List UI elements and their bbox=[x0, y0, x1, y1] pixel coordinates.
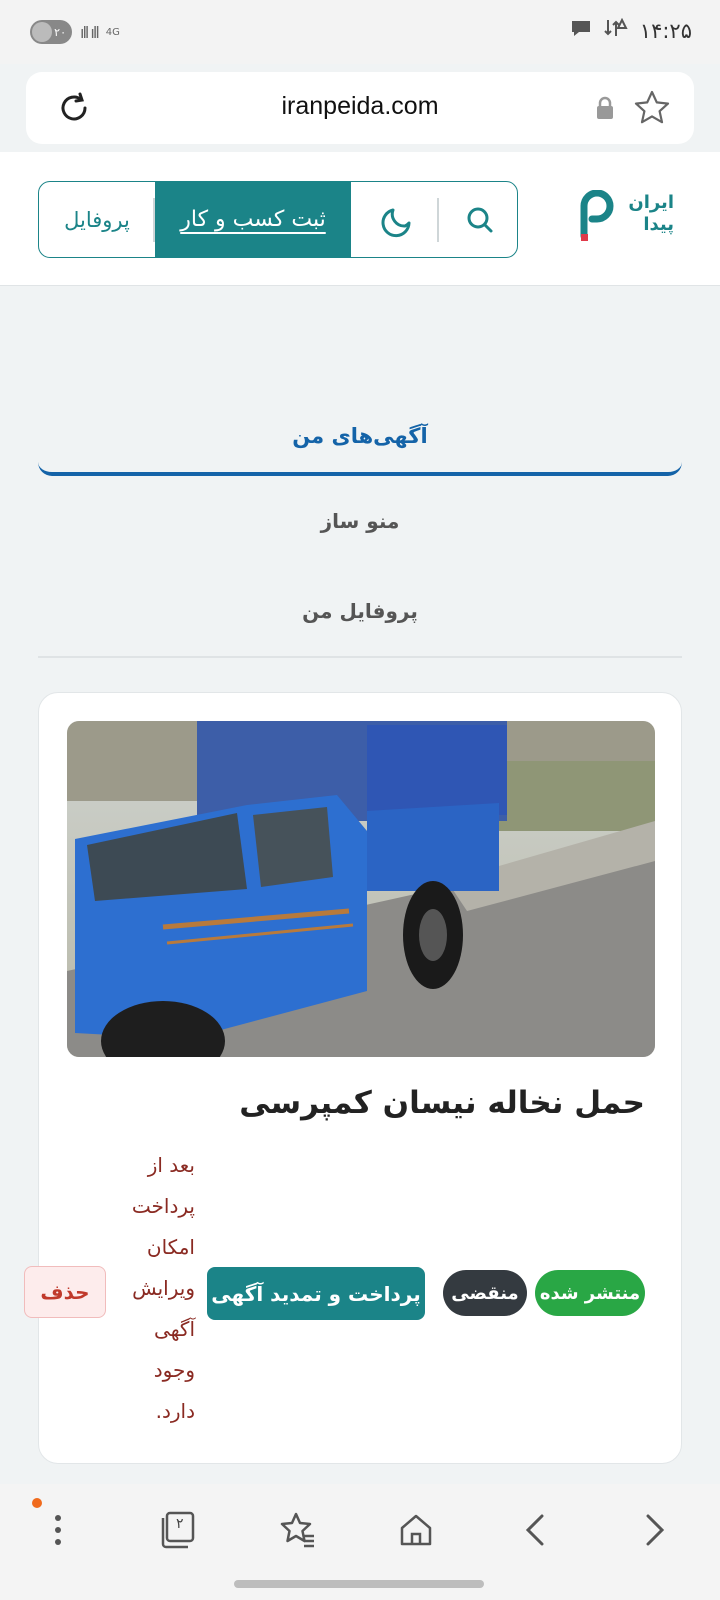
status-right: ۱۴:۲۵ bbox=[570, 17, 692, 43]
pay-renew-button[interactable]: پرداخت و تمدید آگهی bbox=[207, 1267, 425, 1320]
battery-fill bbox=[32, 22, 52, 42]
logo-icon bbox=[580, 190, 614, 241]
battery-indicator: ۲۰ bbox=[30, 20, 72, 44]
bookmark-star-icon[interactable] bbox=[632, 88, 672, 128]
clock: ۱۴:۲۵ bbox=[639, 18, 692, 43]
bookmarks-icon[interactable] bbox=[274, 1506, 322, 1554]
chat-notification-icon bbox=[570, 18, 592, 43]
notification-dot bbox=[32, 1498, 42, 1508]
browser-url-bar[interactable]: iranpeida.com bbox=[26, 72, 694, 144]
status-bar: ۲۰ ıll ıll 4G ۱۴:۲۵ bbox=[0, 0, 720, 64]
logo-line-2: پیدا bbox=[643, 214, 674, 235]
search-icon[interactable] bbox=[441, 182, 517, 257]
lock-icon[interactable] bbox=[594, 96, 616, 120]
delete-button[interactable]: حذف bbox=[24, 1266, 106, 1318]
home-icon[interactable] bbox=[392, 1506, 440, 1554]
status-badge-published: منتشر شده bbox=[535, 1270, 645, 1316]
payment-notice: بعد از پرداخت امکان ویرایش آگهی وجود دار… bbox=[131, 1153, 195, 1423]
status-badge-expired: منقضی bbox=[443, 1270, 527, 1316]
nav-divider bbox=[437, 198, 439, 242]
signal-icon: ıll ıll bbox=[80, 22, 100, 42]
battery-level: ۲۰ bbox=[54, 25, 66, 39]
tabs-divider bbox=[38, 656, 682, 658]
tab-my-profile[interactable]: پروفایل من bbox=[38, 566, 682, 656]
tab-count: ۲ bbox=[176, 1516, 184, 1532]
ad-photo[interactable] bbox=[67, 721, 655, 1057]
account-tabs: آگهی‌های من منو ساز پروفایل من bbox=[38, 400, 682, 658]
tab-my-ads[interactable]: آگهی‌های من bbox=[38, 400, 682, 476]
tabs-icon[interactable]: ۲ bbox=[154, 1506, 202, 1554]
forward-icon[interactable] bbox=[630, 1506, 678, 1554]
header-nav: پروفایل ثبت کسب و کار bbox=[38, 181, 518, 258]
logo-text: ایران پیدا bbox=[614, 192, 674, 236]
status-left: ۲۰ ıll ıll 4G bbox=[30, 20, 120, 44]
profile-link[interactable]: پروفایل bbox=[39, 182, 155, 257]
logo-line-1: ایران bbox=[628, 192, 674, 213]
moon-icon[interactable] bbox=[359, 182, 435, 257]
data-transfer-icon bbox=[604, 17, 628, 43]
gesture-home-bar[interactable] bbox=[234, 1580, 484, 1588]
register-business-button[interactable]: ثبت کسب و کار bbox=[155, 182, 351, 257]
site-logo[interactable]: ایران پیدا bbox=[578, 188, 678, 248]
back-icon[interactable] bbox=[512, 1506, 560, 1554]
ad-title[interactable]: حمل نخاله نیسان کمپرسی bbox=[239, 1085, 645, 1121]
ad-card: حمل نخاله نیسان کمپرسی بعد از پرداخت امک… bbox=[38, 692, 682, 1464]
network-type: 4G bbox=[105, 26, 120, 38]
more-icon[interactable] bbox=[34, 1506, 82, 1554]
tab-menu-builder[interactable]: منو ساز bbox=[38, 476, 682, 566]
